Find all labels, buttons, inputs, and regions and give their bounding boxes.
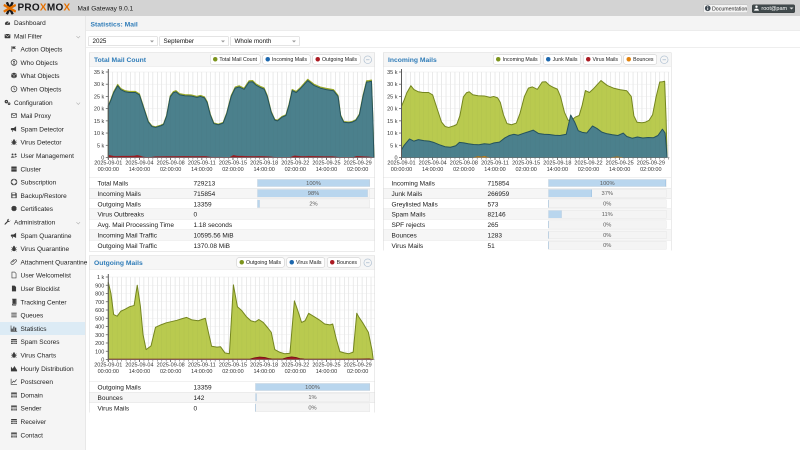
svg-text:2025-09-01: 2025-09-01: [387, 161, 415, 167]
svg-text:15 k: 15 k: [387, 119, 398, 125]
svg-text:02:00:00: 02:00:00: [222, 167, 243, 173]
svg-text:02:00:00: 02:00:00: [515, 167, 536, 173]
svg-text:2025-09-18: 2025-09-18: [543, 161, 571, 167]
svg-text:2025-09-29: 2025-09-29: [637, 161, 665, 167]
svg-text:14:00:00: 14:00:00: [253, 369, 274, 375]
svg-text:14:00:00: 14:00:00: [609, 167, 630, 173]
svg-text:500: 500: [95, 316, 104, 322]
svg-text:2025-09-04: 2025-09-04: [125, 161, 153, 167]
svg-text:2025-09-22: 2025-09-22: [281, 363, 309, 369]
svg-text:2025-09-22: 2025-09-22: [281, 161, 309, 167]
svg-text:1 k: 1 k: [97, 275, 105, 281]
svg-text:2025-09-18: 2025-09-18: [250, 161, 278, 167]
svg-text:2025-09-29: 2025-09-29: [344, 161, 372, 167]
svg-text:02:00:00: 02:00:00: [347, 167, 368, 173]
svg-text:14:00:00: 14:00:00: [316, 167, 337, 173]
svg-text:400: 400: [95, 325, 104, 331]
svg-text:800: 800: [95, 292, 104, 298]
svg-text:25 k: 25 k: [387, 94, 398, 100]
svg-text:14:00:00: 14:00:00: [316, 369, 337, 375]
svg-text:14:00:00: 14:00:00: [253, 167, 274, 173]
svg-text:30 k: 30 k: [94, 82, 105, 88]
svg-text:2025-09-11: 2025-09-11: [481, 161, 509, 167]
svg-text:20 k: 20 k: [94, 107, 105, 113]
svg-text:35 k: 35 k: [94, 70, 105, 76]
svg-text:20 k: 20 k: [387, 107, 398, 113]
svg-text:14:00:00: 14:00:00: [129, 369, 150, 375]
svg-text:900: 900: [95, 283, 104, 289]
svg-text:14:00:00: 14:00:00: [484, 167, 505, 173]
svg-text:2025-09-15: 2025-09-15: [219, 161, 247, 167]
svg-text:100: 100: [95, 349, 104, 355]
svg-text:14:00:00: 14:00:00: [547, 167, 568, 173]
svg-text:2025-09-22: 2025-09-22: [574, 161, 602, 167]
svg-text:00:00:00: 00:00:00: [391, 167, 412, 173]
svg-text:14:00:00: 14:00:00: [191, 167, 212, 173]
svg-text:25 k: 25 k: [94, 94, 105, 100]
svg-text:700: 700: [95, 300, 104, 306]
svg-text:2025-09-08: 2025-09-08: [450, 161, 478, 167]
svg-text:35 k: 35 k: [387, 70, 398, 76]
svg-text:02:00:00: 02:00:00: [578, 167, 599, 173]
svg-text:200: 200: [95, 341, 104, 347]
svg-text:300: 300: [95, 333, 104, 339]
svg-text:02:00:00: 02:00:00: [640, 167, 661, 173]
svg-text:2025-09-04: 2025-09-04: [419, 161, 447, 167]
svg-text:2025-09-01: 2025-09-01: [94, 161, 122, 167]
svg-text:2025-09-08: 2025-09-08: [157, 363, 185, 369]
svg-text:15 k: 15 k: [94, 119, 105, 125]
svg-text:2025-09-15: 2025-09-15: [512, 161, 540, 167]
svg-text:2025-09-25: 2025-09-25: [312, 161, 340, 167]
svg-text:2025-09-11: 2025-09-11: [188, 161, 216, 167]
svg-text:30 k: 30 k: [387, 82, 398, 88]
svg-text:02:00:00: 02:00:00: [347, 369, 368, 375]
svg-text:2025-09-08: 2025-09-08: [157, 161, 185, 167]
svg-text:02:00:00: 02:00:00: [160, 167, 181, 173]
svg-text:5 k: 5 k: [390, 143, 398, 149]
svg-text:14:00:00: 14:00:00: [129, 167, 150, 173]
svg-text:2025-09-11: 2025-09-11: [188, 363, 216, 369]
svg-text:02:00:00: 02:00:00: [285, 167, 306, 173]
svg-text:14:00:00: 14:00:00: [191, 369, 212, 375]
svg-text:02:00:00: 02:00:00: [453, 167, 474, 173]
svg-text:10 k: 10 k: [387, 131, 398, 137]
svg-text:14:00:00: 14:00:00: [422, 167, 443, 173]
svg-text:00:00:00: 00:00:00: [98, 167, 119, 173]
svg-text:2025-09-25: 2025-09-25: [606, 161, 634, 167]
svg-text:2025-09-15: 2025-09-15: [219, 363, 247, 369]
svg-text:2025-09-29: 2025-09-29: [344, 363, 372, 369]
svg-text:5 k: 5 k: [97, 143, 105, 149]
svg-text:2025-09-01: 2025-09-01: [94, 363, 122, 369]
svg-text:2025-09-04: 2025-09-04: [125, 363, 153, 369]
svg-text:10 k: 10 k: [94, 131, 105, 137]
svg-text:02:00:00: 02:00:00: [222, 369, 243, 375]
svg-text:2025-09-25: 2025-09-25: [312, 363, 340, 369]
svg-text:02:00:00: 02:00:00: [285, 369, 306, 375]
svg-text:2025-09-18: 2025-09-18: [250, 363, 278, 369]
svg-text:600: 600: [95, 308, 104, 314]
svg-text:02:00:00: 02:00:00: [160, 369, 181, 375]
svg-text:00:00:00: 00:00:00: [98, 369, 119, 375]
